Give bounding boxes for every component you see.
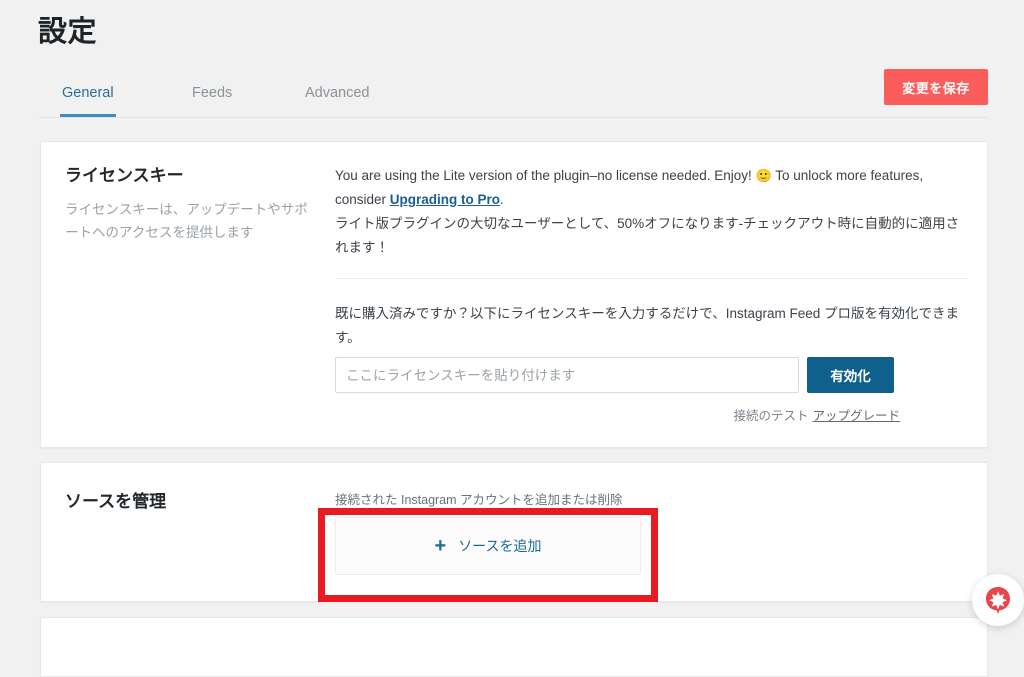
license-description: ライセンスキーは、アップデートやサポートへのアクセスを提供します bbox=[65, 201, 308, 241]
add-source-button[interactable]: + ソースを追加 bbox=[335, 517, 641, 575]
tab-advanced[interactable]: Advanced bbox=[303, 78, 372, 117]
page-title: 設定 bbox=[38, 16, 98, 48]
license-key-input[interactable] bbox=[335, 357, 799, 393]
add-source-label: ソースを追加 bbox=[458, 538, 542, 554]
sources-description: 接続された Instagram アカウントを追加または削除 bbox=[335, 493, 623, 507]
tab-feeds[interactable]: Feeds bbox=[190, 78, 234, 117]
upgrading-to-pro-link[interactable]: Upgrading to Pro bbox=[390, 192, 500, 207]
tab-general[interactable]: General bbox=[60, 78, 116, 117]
test-connection-label: 接続のテスト bbox=[733, 409, 809, 423]
sources-heading: ソースを管理 bbox=[65, 492, 167, 511]
page-header: 設定 General Feeds Advanced 変更を保存 bbox=[0, 0, 1024, 120]
upgrade-link[interactable]: アップグレード bbox=[812, 409, 900, 423]
lite-note-text-1: You are using the Lite version of the pl… bbox=[335, 168, 756, 183]
save-changes-button[interactable]: 変更を保存 bbox=[884, 69, 988, 105]
lite-note-text-3: . bbox=[500, 192, 504, 208]
support-widget-button[interactable] bbox=[972, 574, 1024, 626]
license-sub-links: 接続のテスト アップグレード bbox=[335, 405, 900, 424]
license-key-card: ライセンスキー ライセンスキーは、アップデートやサポートへのアクセスを提供します… bbox=[40, 141, 988, 448]
smiley-icon: 🙂 bbox=[755, 168, 772, 183]
lite-version-note: You are using the Lite version of the pl… bbox=[335, 164, 969, 212]
license-input-row: 有効化 bbox=[335, 357, 969, 393]
license-card-divider bbox=[335, 278, 969, 279]
manage-sources-card: ソースを管理 接続された Instagram アカウントを追加または削除 + ソ… bbox=[40, 462, 988, 602]
license-heading: ライセンスキー bbox=[65, 166, 184, 185]
activate-license-button[interactable]: 有効化 bbox=[807, 357, 894, 393]
settings-page: 設定 General Feeds Advanced 変更を保存 ライセンスキー … bbox=[0, 0, 1024, 677]
support-star-icon bbox=[986, 587, 1010, 614]
purchase-note: 既に購入済みですか？以下にライセンスキーを入力するだけで、Instagram F… bbox=[335, 306, 959, 346]
license-card-left-column: ライセンスキー ライセンスキーは、アップデートやサポートへのアクセスを提供します bbox=[65, 164, 320, 245]
plus-icon: + bbox=[434, 535, 447, 557]
settings-tabs: General Feeds Advanced bbox=[38, 78, 988, 118]
discount-note: ライト版プラグインの大切なユーザーとして、50%オフになります-チェックアウト時… bbox=[335, 216, 960, 256]
next-section-card bbox=[40, 617, 988, 677]
license-card-right-column: You are using the Lite version of the pl… bbox=[335, 164, 969, 260]
